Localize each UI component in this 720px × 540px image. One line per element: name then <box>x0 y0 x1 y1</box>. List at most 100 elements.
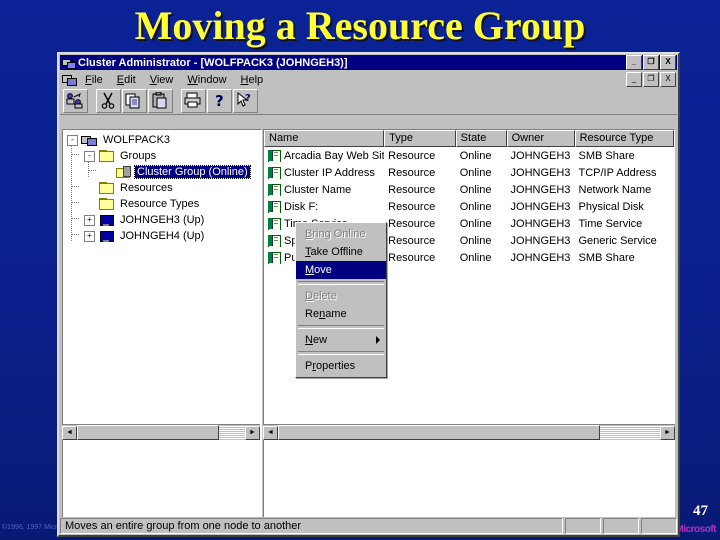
tree-connector <box>72 218 80 219</box>
scroll-right-arrow[interactable]: ► <box>245 425 260 440</box>
context-help-button[interactable]: ? <box>233 89 258 113</box>
context-menu-item-new[interactable]: New <box>296 331 386 349</box>
status-cell-2 <box>603 517 639 534</box>
expand-icon[interactable]: + <box>84 230 95 242</box>
menu-separator <box>298 281 384 285</box>
cell-text: Disk F: <box>284 200 319 213</box>
tree-item-wolfpack3[interactable]: - WOLFPACK3 <box>65 132 261 148</box>
table-row[interactable]: Cluster IP Address Resource Online JOHNGEH3… <box>264 164 674 181</box>
tree-connector <box>72 154 80 155</box>
tree-item-cluster-group-online[interactable]: Cluster Group (Online) <box>65 164 261 180</box>
open-connection-button[interactable] <box>63 89 88 113</box>
slide: Moving a Resource Group ©1996, 1997 Micr… <box>0 0 720 540</box>
tree-connector <box>71 146 72 242</box>
mdi-restore-button[interactable]: ❐ <box>643 72 659 87</box>
cell-owner: JOHNGEH3 <box>510 251 571 264</box>
cluster-icon <box>62 57 76 69</box>
cell-type: Resource <box>388 234 436 247</box>
table-row[interactable]: Cluster Name Resource Online JOHNGEH3 Networ… <box>264 181 674 198</box>
cell-owner: JOHNGEH3 <box>510 234 571 247</box>
paste-button[interactable] <box>148 89 173 113</box>
table-row[interactable]: Disk F: Resource Online JOHNGEH3 Physical Di… <box>264 198 674 215</box>
cell-name: Cluster Name <box>264 183 384 196</box>
cell-state: Online <box>459 149 492 162</box>
menu-item-edit[interactable]: Edit <box>110 73 143 87</box>
menu-item-view[interactable]: View <box>143 73 181 87</box>
cell-resource-type: SMB Share <box>578 251 635 264</box>
toolbar-separator <box>89 90 96 112</box>
tree-item-resource-types[interactable]: Resource Types <box>65 196 261 212</box>
scroll-thumb[interactable] <box>278 425 600 440</box>
cell-owner: JOHNGEH3 <box>510 183 571 196</box>
list-horizontal-scrollbar[interactable]: ◄ ► <box>263 424 675 440</box>
context-menu-item-rename[interactable]: Rename <box>296 305 386 323</box>
scroll-thumb[interactable] <box>77 425 219 440</box>
cut-button[interactable] <box>96 89 121 113</box>
status-cell-3 <box>641 517 677 534</box>
cell-type: Resource <box>388 200 436 213</box>
tree-connector <box>72 234 80 235</box>
context-menu-item-move[interactable]: Move <box>296 261 386 279</box>
restore-button[interactable]: ❐ <box>643 55 659 70</box>
toolbar: ? ? <box>60 88 677 115</box>
tree-horizontal-scrollbar[interactable]: ◄ ► <box>62 424 260 440</box>
column-header-name[interactable]: Name <box>264 130 385 147</box>
cell-resource-type: Time Service <box>578 217 643 230</box>
tree-item-resources[interactable]: Resources <box>65 180 261 196</box>
menu-accelerator: W <box>187 73 198 86</box>
minimize-button[interactable]: _ <box>626 55 642 70</box>
resource-icon <box>267 251 281 264</box>
tree-connector <box>72 202 80 203</box>
help-button[interactable]: ? <box>207 89 232 113</box>
cell-resource-type: SMB Share <box>578 149 635 162</box>
close-button[interactable]: X <box>660 55 676 70</box>
menu-item-file[interactable]: File <box>78 73 110 87</box>
cell-owner: JOHNGEH3 <box>510 200 571 213</box>
cell-text: Cluster IP Address <box>284 166 375 179</box>
context-menu-item-take-offline[interactable]: Take Offline <box>296 243 386 261</box>
scroll-track[interactable] <box>77 425 245 440</box>
cell-state: Online <box>459 251 492 264</box>
scroll-left-arrow[interactable]: ◄ <box>62 425 77 440</box>
column-header-owner[interactable]: Owner <box>506 130 575 147</box>
column-header-resource-type[interactable]: Resource Type <box>574 130 674 147</box>
tree-item-johngeh4-up[interactable]: + JOHNGEH4 (Up) <box>65 228 261 244</box>
cell-text: Cluster Name <box>284 183 352 196</box>
menu-item-window[interactable]: Window <box>180 73 233 87</box>
table-row[interactable]: Arcadia Bay Web Site...Resource Online JOH… <box>264 147 674 164</box>
column-header-type[interactable]: Type <box>384 130 456 147</box>
cell-owner: JOHNGEH3 <box>510 217 571 230</box>
context-menu-item-properties[interactable]: Properties <box>296 357 386 375</box>
tree-item-johngeh3-up[interactable]: + JOHNGEH3 (Up) <box>65 212 261 228</box>
menu-item-help[interactable]: Help <box>234 73 271 87</box>
expand-icon[interactable]: + <box>84 214 95 226</box>
cluster-document-icon[interactable] <box>62 73 77 86</box>
print-button[interactable] <box>181 89 206 113</box>
column-header-state[interactable]: State <box>455 130 507 147</box>
toolbar-separator <box>174 90 181 112</box>
context-menu[interactable]: Bring Online Take Offline Move Delete Rename… <box>295 222 387 378</box>
context-menu-item-bring-online: Bring Online <box>305 228 366 240</box>
cell-owner: JOHNGEH3 <box>510 166 571 179</box>
resource-icon <box>267 200 281 213</box>
cell-state: Online <box>459 234 492 247</box>
collapse-icon[interactable]: - <box>84 150 95 162</box>
scroll-left-arrow[interactable]: ◄ <box>263 425 278 440</box>
menu-separator <box>298 325 384 329</box>
mdi-minimize-button[interactable]: _ <box>626 72 642 87</box>
svg-text:?: ? <box>245 93 251 104</box>
collapse-icon[interactable]: - <box>67 134 78 146</box>
page-title: Moving a Resource Group <box>134 3 586 48</box>
cell-type: Resource <box>388 217 436 230</box>
cell-resource-type: TCP/IP Address <box>578 166 657 179</box>
menu-separator <box>298 351 384 355</box>
scroll-right-arrow[interactable]: ► <box>660 425 675 440</box>
node-icon <box>98 229 115 243</box>
tree-item-label: Resource Types <box>120 198 200 210</box>
tree-item-label: JOHNGEH4 (Up) <box>120 230 205 242</box>
mdi-close-button[interactable]: X <box>660 72 676 87</box>
scroll-track[interactable] <box>278 425 660 440</box>
folder-icon <box>98 149 115 163</box>
tree-item-groups[interactable]: - Groups <box>65 148 261 164</box>
copy-button[interactable] <box>122 89 147 113</box>
